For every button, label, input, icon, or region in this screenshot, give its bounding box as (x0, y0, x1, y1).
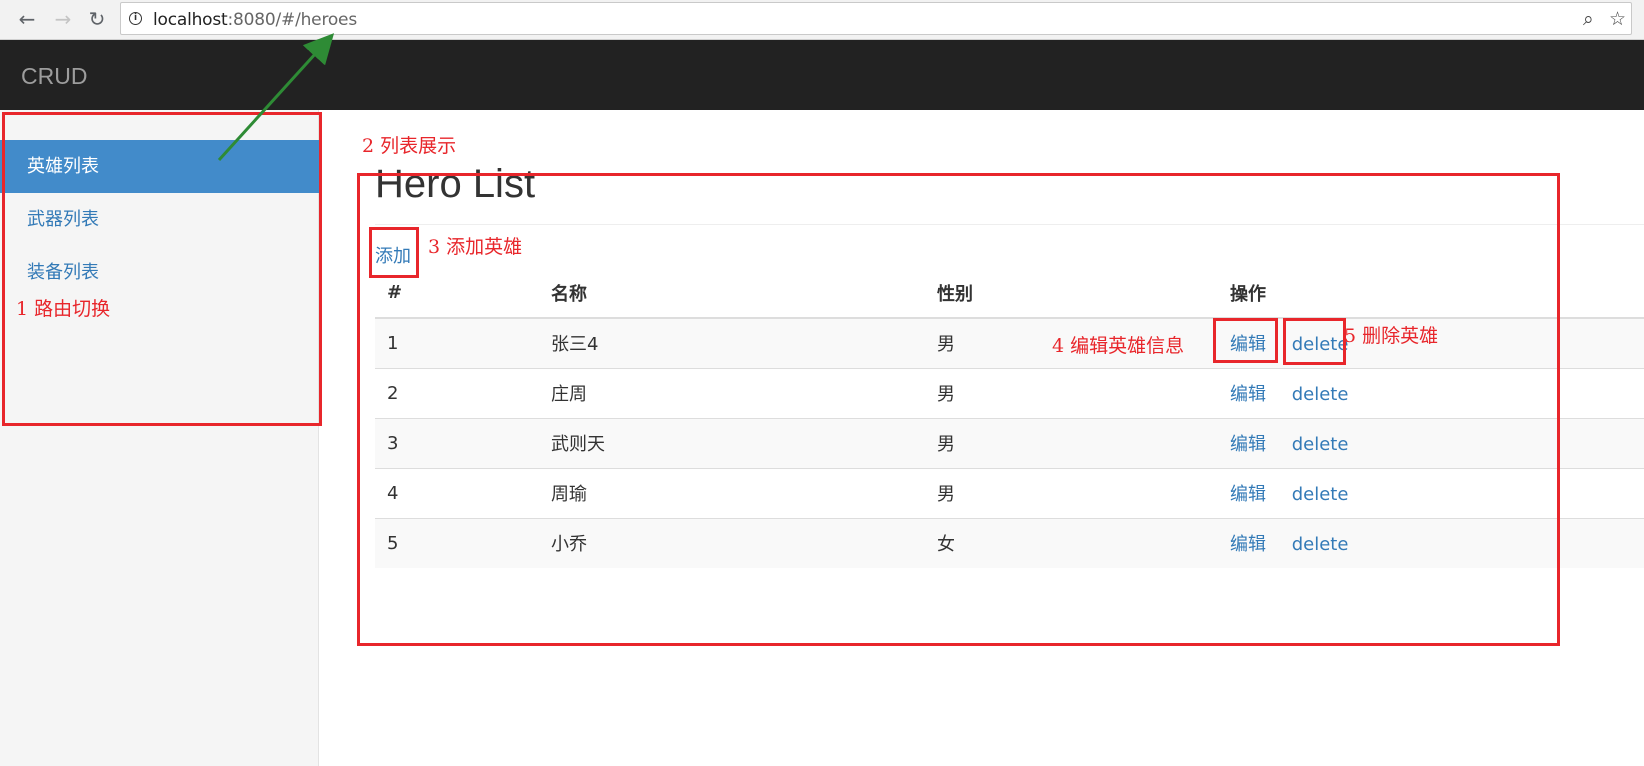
edit-link[interactable]: 编辑 (1230, 484, 1266, 505)
annotation-add-hero: 3 添加英雄 (428, 236, 523, 258)
cell-id: 2 (375, 367, 539, 418)
cell-name: 小乔 (539, 517, 925, 568)
table-row: 2 庄周 男 编辑 delete (375, 367, 1644, 418)
address-bar[interactable]: i localhost:8080/#/heroes ⌕ ☆ (120, 2, 1632, 35)
cell-name: 周瑜 (539, 467, 925, 518)
column-header-name: 名称 (539, 268, 925, 319)
sidebar: 英雄列表 武器列表 装备列表 (0, 110, 319, 766)
edit-link[interactable]: 编辑 (1230, 434, 1266, 455)
column-header-actions: 操作 (1218, 268, 1644, 319)
browser-toolbar: ← → ↻ i localhost:8080/#/heroes ⌕ ☆ (0, 0, 1644, 40)
add-hero-link[interactable]: 添加 (375, 242, 411, 268)
cell-gender: 男 (925, 417, 1218, 468)
cell-actions: 编辑 delete (1218, 517, 1644, 568)
column-header-gender: 性别 (925, 268, 1218, 319)
annotation-delete-hero: 5 删除英雄 (1344, 325, 1439, 347)
sidebar-item-heroes[interactable]: 英雄列表 (0, 140, 319, 193)
table-header-row: # 名称 性别 操作 (375, 268, 1644, 319)
cell-name: 武则天 (539, 417, 925, 468)
zoom-icon[interactable]: ⌕ (1583, 8, 1594, 30)
annotation-route-switch: 1 路由切换 (16, 298, 111, 320)
edit-link[interactable]: 编辑 (1230, 534, 1266, 555)
annotation-list-display: 2 列表展示 (362, 135, 457, 157)
bookmark-star-icon[interactable]: ☆ (1609, 8, 1626, 30)
cell-name: 庄周 (539, 367, 925, 418)
reload-icon[interactable]: ↻ (84, 6, 110, 32)
cell-id: 1 (375, 317, 539, 368)
table-row: 1 张三4 男 编辑 delete (375, 317, 1644, 368)
cell-gender: 男 (925, 467, 1218, 518)
hero-table: # 名称 性别 操作 1 张三4 男 编辑 delete 2 庄周 男 编辑 d… (375, 268, 1644, 568)
cell-gender: 女 (925, 517, 1218, 568)
column-header-index: # (375, 268, 539, 319)
brand-link[interactable]: CRUD (21, 63, 87, 90)
annotation-edit-hero: 4 编辑英雄信息 (1052, 335, 1185, 357)
info-icon[interactable]: i (129, 12, 142, 25)
cell-gender: 男 (925, 367, 1218, 418)
sidebar-item-weapons[interactable]: 武器列表 (0, 193, 319, 246)
delete-link[interactable]: delete (1292, 334, 1349, 355)
edit-link[interactable]: 编辑 (1230, 384, 1266, 405)
main-content: Hero List 添加 # 名称 性别 操作 1 张三4 男 编辑 delet… (320, 110, 1644, 766)
title-divider (375, 224, 1644, 225)
forward-arrow-icon[interactable]: → (50, 6, 76, 32)
cell-actions: 编辑 delete (1218, 367, 1644, 418)
table-row: 4 周瑜 男 编辑 delete (375, 467, 1644, 518)
sidebar-item-equipment[interactable]: 装备列表 (0, 246, 319, 299)
url-text[interactable]: localhost:8080/#/heroes (153, 10, 357, 30)
back-arrow-icon[interactable]: ← (14, 6, 40, 32)
delete-link[interactable]: delete (1292, 534, 1349, 555)
delete-link[interactable]: delete (1292, 434, 1349, 455)
table-row: 3 武则天 男 编辑 delete (375, 417, 1644, 468)
delete-link[interactable]: delete (1292, 384, 1349, 405)
cell-id: 4 (375, 467, 539, 518)
edit-link[interactable]: 编辑 (1230, 334, 1266, 355)
table-row: 5 小乔 女 编辑 delete (375, 517, 1644, 568)
top-navbar: CRUD (0, 40, 1644, 110)
url-path: :8080/#/heroes (227, 10, 358, 30)
cell-actions: 编辑 delete (1218, 467, 1644, 518)
cell-id: 5 (375, 517, 539, 568)
page-title: Hero List (375, 162, 536, 206)
delete-link[interactable]: delete (1292, 484, 1349, 505)
url-host: localhost (153, 10, 228, 30)
cell-id: 3 (375, 417, 539, 468)
cell-actions: 编辑 delete (1218, 417, 1644, 468)
cell-name: 张三4 (539, 317, 925, 368)
